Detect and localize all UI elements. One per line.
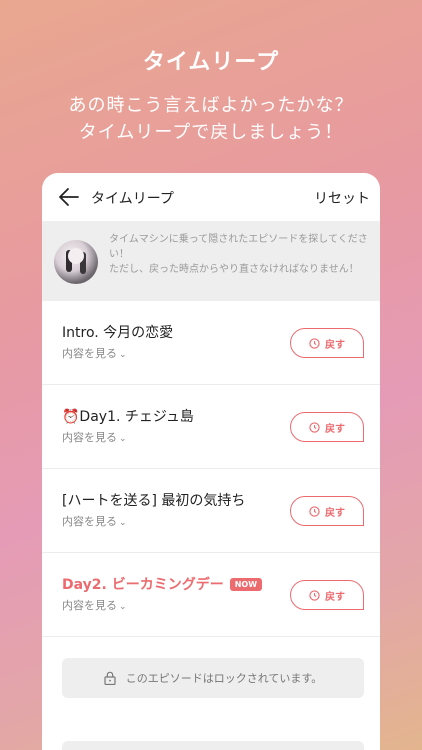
episode-item: Intro. 今月の恋愛 内容を見る ⌄ 戻す: [42, 301, 380, 385]
promo-subtitle-line2: タイムリープで戻しましょう！: [78, 122, 344, 143]
avatar: [54, 240, 98, 284]
clock-icon: [309, 421, 320, 433]
now-badge: NOW: [229, 578, 263, 591]
locked-text: このエピソードはロックされています。: [125, 672, 323, 685]
notice-text: タイムマシンに乗って隠されたエピソードを探してください！ ただし、戻った時点から…: [109, 232, 371, 277]
episode-title: [ハートを送る] 最初の気持ち: [62, 493, 246, 509]
episode-item-current: Day2. ビーカミングデー NOW 内容を見る ⌄ 戻す: [42, 553, 380, 637]
promo-header: タイムリープ あの時こう言えばよかったかな？ タイムリープで戻しましょう！: [0, 0, 422, 146]
view-content-link[interactable]: 内容を見る ⌄: [62, 597, 127, 613]
rewind-label: 戻す: [325, 507, 345, 519]
promo-title: タイムリープ: [142, 50, 280, 75]
notice-banner: タイムマシンに乗って隠されたエピソードを探してください！ ただし、戻った時点から…: [42, 221, 380, 301]
view-content-link[interactable]: 内容を見る ⌄: [62, 345, 127, 361]
clock-icon: [309, 337, 320, 349]
episode-list: Intro. 今月の恋愛 内容を見る ⌄ 戻す ⏰Day1. チェジュ島 内容を見…: [42, 301, 380, 637]
notice-line2: ただし、戻った時点からやり直さなければなりません！: [109, 264, 359, 275]
view-content-label: 内容を見る: [62, 599, 117, 612]
episode-item: [ハートを送る] 最初の気持ち 内容を見る ⌄ 戻す: [42, 469, 380, 553]
chevron-down-icon: ⌄: [119, 350, 127, 360]
rewind-label: 戻す: [325, 591, 345, 603]
locked-episode-partial[interactable]: [62, 741, 364, 750]
view-content-label: 内容を見る: [62, 347, 117, 360]
reset-button[interactable]: リセット: [314, 188, 370, 208]
rewind-button[interactable]: 戻す: [290, 412, 364, 442]
screen-title: タイムリープ: [91, 191, 174, 207]
promo-subtitle-line1: あの時こう言えばよかったかな？: [68, 95, 354, 116]
phone-screen: タイムリープ リセット タイムマシンに乗って隠されたエピソードを探してください！…: [42, 173, 380, 750]
lock-icon: [104, 671, 116, 685]
episode-title: ⏰Day1. チェジュ島: [62, 409, 194, 425]
view-content-link[interactable]: 内容を見る ⌄: [62, 513, 127, 529]
notice-line1: タイムマシンに乗って隠されたエピソードを探してください！: [109, 234, 368, 260]
view-content-link[interactable]: 内容を見る ⌄: [62, 429, 127, 445]
top-bar: タイムリープ リセット: [42, 173, 380, 221]
rewind-label: 戻す: [325, 423, 345, 435]
chevron-down-icon: ⌄: [119, 602, 127, 612]
episode-title: Intro. 今月の恋愛: [62, 325, 174, 341]
clock-icon: [309, 505, 320, 517]
chevron-down-icon: ⌄: [119, 518, 127, 528]
back-arrow-icon[interactable]: [58, 187, 80, 207]
rewind-button[interactable]: 戻す: [290, 496, 364, 526]
clock-icon: [309, 589, 320, 601]
chevron-down-icon: ⌄: [119, 434, 127, 444]
episode-title-text: Day2. ビーカミングデー: [62, 577, 224, 593]
promo-subtitle: あの時こう言えばよかったかな？ タイムリープで戻しましょう！: [0, 92, 422, 146]
episode-title: Day2. ビーカミングデー NOW: [62, 574, 263, 594]
rewind-button[interactable]: 戻す: [290, 580, 364, 610]
view-content-label: 内容を見る: [62, 431, 117, 444]
locked-episode[interactable]: このエピソードはロックされています。: [62, 658, 364, 698]
rewind-label: 戻す: [325, 339, 345, 351]
view-content-label: 内容を見る: [62, 515, 117, 528]
episode-item: ⏰Day1. チェジュ島 内容を見る ⌄ 戻す: [42, 385, 380, 469]
rewind-button[interactable]: 戻す: [290, 328, 364, 358]
